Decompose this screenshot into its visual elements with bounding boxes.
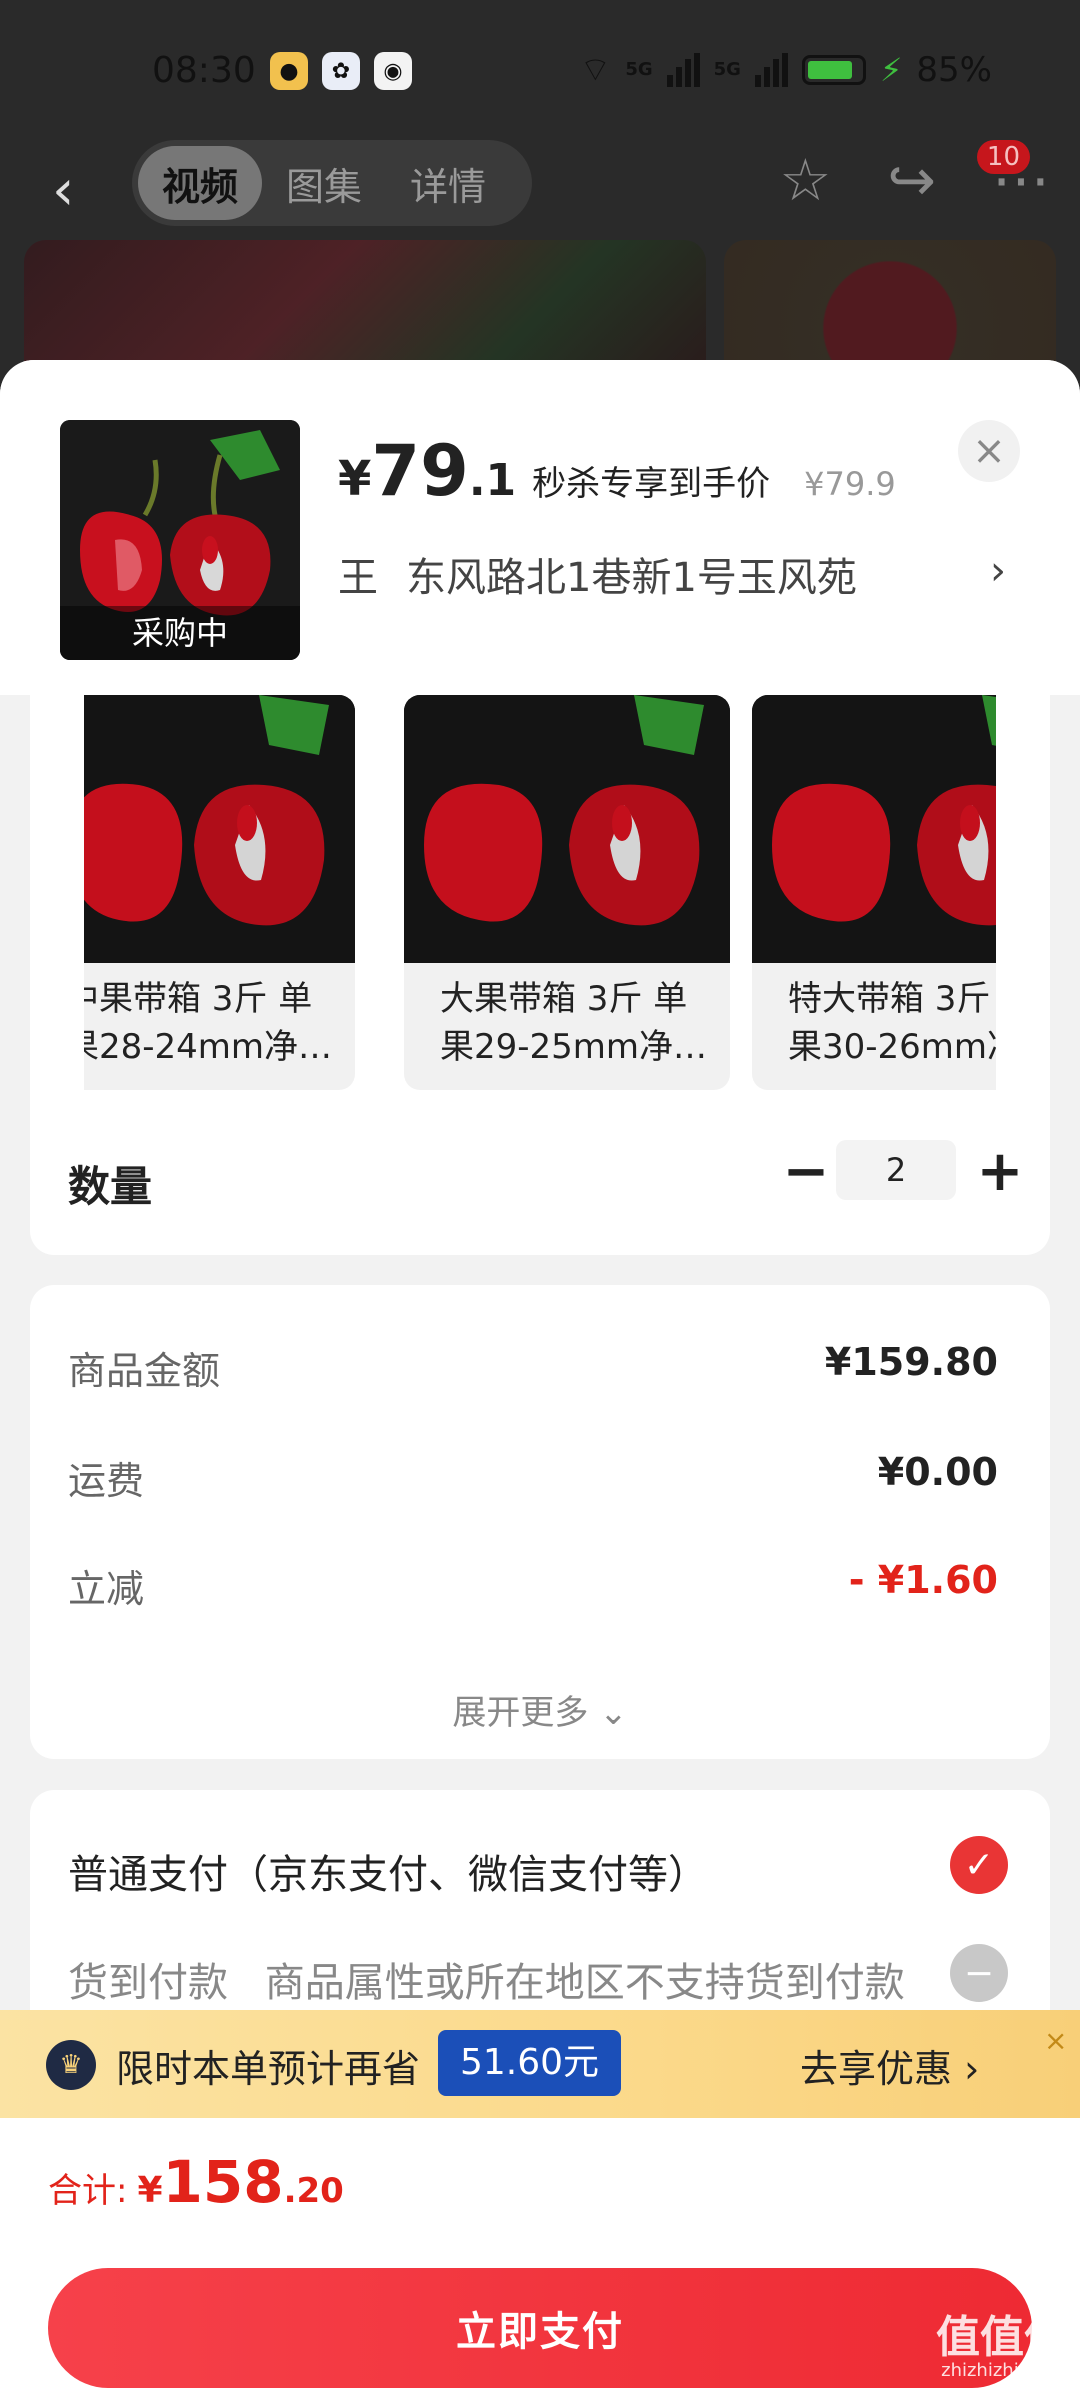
share-icon[interactable]: ↪: [887, 146, 936, 214]
checkout-footer: 合计: ¥ 158 .20 立即支付 值值值 zhizhizhi.com: [0, 2118, 1080, 2400]
summary-row-discount: 立减 - ¥1.60: [68, 1558, 998, 1613]
payment-option-label: 普通支付（京东支付、微信支付等）: [68, 1852, 708, 1898]
signal-5g-label-2: 5G: [713, 59, 741, 80]
summary-value: ¥159.80: [824, 1340, 998, 1384]
total-label: 合计:: [48, 2171, 128, 2211]
payment-option-label: 货到付款: [68, 1960, 228, 2006]
signal-icon-2: [754, 52, 788, 87]
price-decimal: .1: [468, 455, 517, 506]
tab-details[interactable]: 详情: [386, 146, 510, 220]
promo-text: 限时本单预计再省: [116, 2047, 421, 2091]
summary-value: - ¥1.60: [848, 1558, 998, 1602]
delivery-address[interactable]: 王 东风路北1巷新1号玉风苑: [338, 545, 857, 603]
spec-image: [404, 695, 730, 963]
weibo-icon: ●: [270, 52, 308, 90]
background-page: 08:30 ● ✿ ◉ ⌔ 5G 5G ⚡ 85% ‹ 视频 图集 详情 ☆ ↪…: [0, 0, 1080, 400]
quantity-label: 数量: [68, 1162, 153, 1211]
message-icon: ◉: [374, 52, 412, 90]
order-summary: 商品金额 ¥159.80 运费 ¥0.00 立减 - ¥1.60 展开更多 ⌄: [30, 1285, 1050, 1759]
baidu-icon: ✿: [322, 52, 360, 90]
coupon-logo-icon: ♛: [46, 2040, 96, 2090]
payment-option-cod: 货到付款 商品属性或所在地区不支持货到付款 −: [68, 1944, 1008, 2008]
spec-options[interactable]: 中果带箱 3斤 单果28-24mm净… 大果带箱 3斤 单果29-25mm净…: [84, 695, 996, 1095]
chevron-right-icon: ›: [964, 2047, 980, 2091]
quantity-input[interactable]: 2: [836, 1140, 956, 1200]
spec-label: 特大带箱 3斤 单果30-26mm净…: [788, 979, 996, 1067]
original-price: ¥79.9: [804, 465, 896, 503]
sheet-header: 采购中 ¥ 79 .1 秒杀专享到手价 ¥79.9 × 王 东风路北1巷新1号玉…: [0, 360, 1080, 695]
promo-savings-badge: 51.60元: [438, 2030, 622, 2096]
system-indicators: ⌔ 5G 5G ⚡ 85%: [579, 48, 992, 91]
spec-label: 中果带箱 3斤 单果28-24mm净…: [84, 979, 333, 1067]
status-time: 08:30: [152, 50, 256, 91]
battery-percent: 85%: [916, 49, 992, 90]
spec-image: [84, 695, 355, 963]
disabled-icon: −: [950, 1944, 1008, 2002]
summary-row-shipping: 运费 ¥0.00: [68, 1450, 998, 1505]
summary-label: 立减: [68, 1567, 145, 1611]
spec-card: 中果带箱 3斤 单果28-24mm净… 大果带箱 3斤 单果29-25mm净…: [30, 695, 1050, 1255]
payment-option-standard[interactable]: 普通支付（京东支付、微信支付等） ✓: [68, 1836, 1008, 1900]
total-decimal: .20: [283, 2171, 344, 2211]
recipient-name: 王: [338, 555, 378, 601]
more-icon[interactable]: ⋯ 10: [976, 140, 1050, 214]
spec-option[interactable]: 特大带箱 3斤 单果30-26mm净…: [752, 695, 996, 1090]
status-bar: 08:30 ● ✿ ◉ ⌔ 5G 5G ⚡ 85%: [0, 0, 1080, 130]
summary-value: ¥0.00: [877, 1450, 998, 1494]
spec-image: [752, 695, 996, 963]
spec-label: 大果带箱 3斤 单果29-25mm净…: [440, 979, 708, 1067]
tab-video[interactable]: 视频: [138, 146, 263, 220]
promo-banner[interactable]: ♛ 限时本单预计再省 51.60元 去享优惠 › ×: [0, 2010, 1080, 2118]
signal-icon-1: [666, 52, 700, 87]
message-badge: 10: [976, 140, 1030, 174]
total-currency: ¥: [137, 2170, 163, 2211]
spec-option[interactable]: 大果带箱 3斤 单果29-25mm净…: [404, 695, 730, 1090]
close-icon[interactable]: ×: [1044, 2024, 1067, 2057]
watermark: 值值值 zhizhizhi.com: [936, 2312, 1068, 2382]
signal-5g-label-1: 5G: [625, 59, 653, 80]
star-icon[interactable]: ☆: [779, 146, 831, 214]
quantity-increase-button[interactable]: +: [970, 1140, 1030, 1204]
wifi-icon: ⌔: [579, 50, 612, 90]
price-line: ¥ 79 .1 秒杀专享到手价 ¥79.9: [338, 430, 896, 512]
expand-more-label: 展开更多: [452, 1693, 589, 1733]
payment-option-note: 商品属性或所在地区不支持货到付款: [264, 1960, 905, 2006]
summary-label: 商品金额: [68, 1349, 221, 1393]
spec-option[interactable]: 中果带箱 3斤 单果28-24mm净…: [84, 695, 355, 1090]
checked-icon[interactable]: ✓: [950, 1836, 1008, 1894]
notification-icons: ● ✿ ◉: [270, 52, 412, 90]
top-navigation: ‹ 视频 图集 详情 ☆ ↪ ⋯ 10: [0, 130, 1080, 240]
price-tag: 秒杀专享到手价: [532, 464, 771, 504]
price-currency: ¥: [338, 451, 372, 507]
battery-icon: [801, 54, 866, 85]
summary-row-goods: 商品金额 ¥159.80: [68, 1340, 998, 1395]
pay-now-button[interactable]: 立即支付: [48, 2268, 1032, 2388]
quantity-decrease-button[interactable]: −: [776, 1140, 836, 1204]
chevron-down-icon: ⌄: [599, 1693, 628, 1733]
tab-gallery[interactable]: 图集: [262, 146, 386, 220]
address-text: 东风路北1巷新1号玉风苑: [406, 555, 857, 601]
purchase-status-label: 采购中: [60, 606, 300, 660]
expand-more-button[interactable]: 展开更多 ⌄: [30, 1685, 1050, 1734]
close-icon[interactable]: ×: [958, 420, 1020, 482]
product-thumbnail: 采购中: [60, 420, 300, 660]
charging-icon: ⚡: [879, 50, 903, 89]
price-integer: 79: [371, 430, 469, 512]
order-total: 合计: ¥ 158 .20: [48, 2148, 344, 2216]
promo-cta[interactable]: 去享优惠 ›: [800, 2038, 979, 2093]
chevron-right-icon[interactable]: ›: [990, 548, 1006, 594]
summary-label: 运费: [68, 1459, 145, 1503]
total-integer: 158: [162, 2148, 284, 2216]
purchase-sheet: 采购中 ¥ 79 .1 秒杀专享到手价 ¥79.9 × 王 东风路北1巷新1号玉…: [0, 360, 1080, 2400]
back-arrow-icon[interactable]: ‹: [52, 158, 74, 223]
media-tabs: 视频 图集 详情: [132, 140, 532, 226]
nav-actions: ☆ ↪ ⋯ 10: [779, 140, 1050, 214]
